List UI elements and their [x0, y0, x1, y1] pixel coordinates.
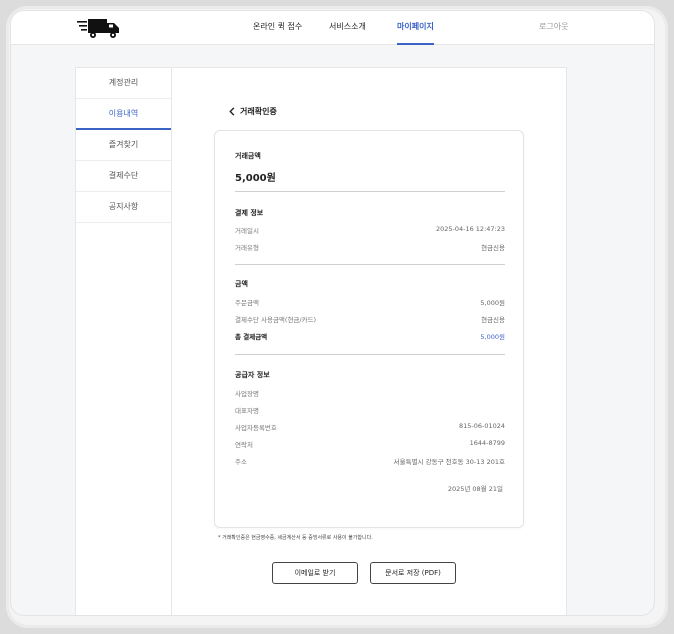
save-pdf-button[interactable]: 문서로 저장 (PDF): [370, 562, 456, 584]
chevron-left-icon: [229, 107, 235, 116]
supplier-info-title: 공급자 정보: [235, 371, 270, 379]
payment-method-amount-row: 결제수단 사용금액(현금/카드) 현금신용: [235, 316, 505, 324]
sidebar-item-account[interactable]: 계정관리: [76, 68, 171, 99]
transaction-amount: 5,000원: [235, 173, 276, 184]
sidebar-item-favorites[interactable]: 즐겨찾기: [76, 130, 171, 161]
receipt-footnote: * 거래확인증은 현금영수증, 세금계산서 등 증빙서류로 사용이 불가합니다.: [218, 535, 373, 541]
nav-mypage[interactable]: 마이페이지: [397, 11, 434, 45]
transaction-receipt-card: 거래금액 5,000원 결제 정보 거래일시 2025-04-16 12:47:…: [214, 130, 524, 528]
divider: [235, 191, 505, 192]
address-row: 주소 서울특별시 강동구 천호동 30-13 201호: [235, 458, 505, 466]
sidebar: 계정관리 이용내역 즐겨찾기 결제수단 공지사항: [75, 67, 171, 615]
payment-info-title: 결제 정보: [235, 209, 264, 217]
back-button[interactable]: 거래확인증: [228, 106, 277, 117]
sidebar-item-payment-method[interactable]: 결제수단: [76, 161, 171, 192]
representative-row: 대표자명: [235, 407, 259, 415]
contact-row: 연락처 1644-8799: [235, 439, 505, 449]
browser-window: 온라인 퀵 접수 서비스소개 마이페이지 로그아웃 계정관리 이용내역 즐겨찾기…: [10, 10, 655, 616]
sidebar-item-usage-history[interactable]: 이용내역: [76, 99, 171, 130]
price-section-title: 금액: [235, 280, 248, 288]
sidebar-item-notices[interactable]: 공지사항: [76, 192, 171, 223]
logout-link[interactable]: 로그아웃: [539, 11, 568, 43]
payment-datetime-row: 거래일시 2025-04-16 12:47:23: [235, 225, 505, 235]
main-content: 거래확인증 거래금액 5,000원 결제 정보 거래일시 2025-04-16 …: [171, 67, 567, 615]
business-name-row: 사업장명: [235, 390, 259, 398]
divider: [235, 354, 505, 355]
divider: [235, 264, 505, 265]
issue-date: 2025년 08월 21일: [447, 485, 503, 493]
truck-logo-icon[interactable]: [77, 17, 121, 41]
email-receipt-button[interactable]: 이메일로 받기: [272, 562, 358, 584]
top-header: 온라인 퀵 접수 서비스소개 마이페이지 로그아웃: [11, 11, 654, 45]
amount-section-title: 거래금액: [235, 152, 261, 160]
nav-service-intro[interactable]: 서비스소개: [329, 11, 366, 45]
page-title: 거래확인증: [240, 107, 277, 116]
order-amount-row: 주문금액 5,000원: [235, 299, 505, 307]
nav-online-quick-order[interactable]: 온라인 퀵 접수: [253, 11, 302, 45]
payment-type-row: 거래유형 현금신용: [235, 244, 505, 252]
business-reg-number-row: 사업자등록번호 815-06-01024: [235, 422, 505, 432]
total-payment-row: 총 결제금액 5,000원: [235, 333, 505, 341]
